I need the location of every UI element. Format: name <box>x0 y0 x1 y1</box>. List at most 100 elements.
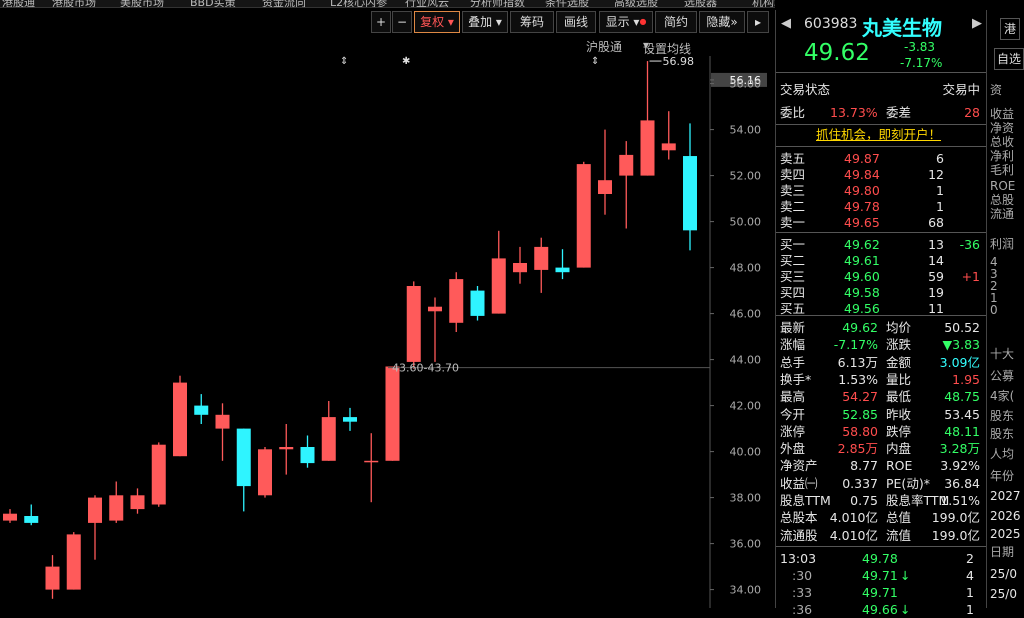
candle-body <box>300 447 315 464</box>
diejia-button[interactable]: 叠加 ▾ <box>462 11 508 33</box>
candle[interactable] <box>130 488 145 514</box>
cell: 昨收 <box>886 406 912 422</box>
chouma-button[interactable]: 筹码 <box>510 11 554 33</box>
hugutong-label[interactable]: 沪股通 <box>586 38 622 55</box>
hk-tag-button[interactable]: 港 <box>1000 18 1020 40</box>
fundamental-item: 资 <box>990 83 1003 97</box>
divider <box>776 315 986 316</box>
menu-item[interactable]: BBD买策 <box>190 0 236 7</box>
stat-row: 涨幅 -7.17% 涨跌 ▼3.83 <box>776 336 986 353</box>
menu-item[interactable]: 港股市场 <box>52 0 96 7</box>
collapse-panel-button[interactable]: ▸ <box>747 11 769 33</box>
candle[interactable] <box>24 504 39 526</box>
candle[interactable] <box>534 237 549 293</box>
cell: 跌停 <box>886 423 912 439</box>
menu-item[interactable]: 分析师指数 <box>470 0 525 7</box>
candle[interactable] <box>428 297 442 362</box>
add-favorite-button[interactable]: 自选 <box>994 48 1024 70</box>
menu-item[interactable]: 条件选股 <box>545 0 589 7</box>
candle[interactable] <box>109 481 124 523</box>
cell: 卖四 <box>780 167 806 182</box>
candle[interactable] <box>661 111 676 160</box>
candle[interactable] <box>364 433 379 503</box>
prev-stock-icon[interactable]: ◀ <box>781 16 791 31</box>
xianshi-button[interactable]: 显示 ▾● <box>599 11 653 33</box>
candle[interactable] <box>321 401 336 461</box>
candle[interactable] <box>151 442 166 507</box>
y-tick-label: 46.00 <box>730 308 762 321</box>
candlestick-chart[interactable]: 56.1656.0054.0052.0050.0048.0046.0044.00… <box>0 56 770 608</box>
cell: -7.17% <box>833 337 878 353</box>
candle[interactable] <box>619 141 634 229</box>
cell: 均价 <box>886 320 912 335</box>
menu-item[interactable]: 港股通 <box>2 0 35 7</box>
candle[interactable] <box>258 447 272 498</box>
candle[interactable] <box>640 61 655 176</box>
cell: 总值 <box>886 510 912 526</box>
candle[interactable] <box>173 375 187 457</box>
candle[interactable] <box>343 407 357 431</box>
jianyue-button[interactable]: 简约 <box>655 11 697 33</box>
next-stock-icon[interactable]: ▶ <box>972 16 982 31</box>
zoom-out-button[interactable]: − <box>392 11 412 33</box>
candle[interactable] <box>576 161 591 268</box>
menu-item[interactable]: 行业风云 <box>405 0 449 7</box>
candle[interactable] <box>470 286 485 321</box>
y-tick-label: 36.00 <box>730 538 762 551</box>
cell: +1 <box>961 269 980 284</box>
candle[interactable] <box>88 495 102 560</box>
fundamental-item: 2025 <box>990 527 1021 541</box>
candle[interactable] <box>513 246 527 284</box>
menu-item[interactable]: 选股器 <box>684 0 717 7</box>
candle[interactable] <box>279 424 294 475</box>
huaxian-button[interactable]: 画线 <box>556 11 596 33</box>
candle[interactable] <box>3 509 17 523</box>
menu-item[interactable]: 高级选股 <box>614 0 658 7</box>
cell: 交易状态 <box>780 82 831 97</box>
yincang-button[interactable]: 隐藏» <box>699 11 745 33</box>
candle[interactable] <box>215 403 230 461</box>
cell: 49.65 <box>844 215 880 230</box>
candle[interactable] <box>300 435 315 468</box>
menu-item[interactable]: L2核心内参 <box>330 0 387 7</box>
candle-body <box>130 495 145 510</box>
candle-body <box>470 290 485 316</box>
cell: 量比 <box>886 371 912 387</box>
stat-row: 今开 52.85 昨收 53.45 <box>776 406 986 423</box>
cell: :36 <box>792 602 813 617</box>
buy-level: 买四 49.58 19 <box>776 284 986 301</box>
candle[interactable] <box>66 532 81 590</box>
candle[interactable] <box>236 428 251 512</box>
candle-body <box>513 263 527 273</box>
cell: 4 <box>966 568 974 583</box>
candle[interactable] <box>491 230 506 314</box>
candle[interactable] <box>683 123 697 251</box>
open-account-link[interactable]: 抓住机会，即刻开户！ <box>816 126 941 143</box>
menu-item[interactable]: 机构增仓 <box>752 0 775 7</box>
candle[interactable] <box>598 129 612 215</box>
candle[interactable] <box>45 555 60 599</box>
set-ma-button[interactable]: 设置均线 ▾ <box>643 38 691 56</box>
cell: 1.95 <box>952 371 980 387</box>
divider <box>776 124 986 125</box>
candle[interactable] <box>194 394 209 424</box>
cell: :33 <box>792 585 813 600</box>
candle-body <box>258 449 272 496</box>
zoom-in-button[interactable]: + <box>371 11 391 33</box>
candle[interactable] <box>385 366 400 461</box>
sell-level: 卖五 49.87 6 <box>776 150 986 167</box>
cell: 52.85 <box>842 406 878 422</box>
candle[interactable] <box>406 281 421 369</box>
fuquan-button[interactable]: 复权 ▾ <box>414 11 460 33</box>
cell: 13 <box>928 237 944 252</box>
tick-row: :30 49.71 ↓ 4 <box>776 567 986 584</box>
weibi-row: 委比 13.73% 委差 28 <box>776 104 986 121</box>
menu-item[interactable]: 资金流向 <box>262 0 306 7</box>
candle[interactable] <box>449 272 464 332</box>
menu-item[interactable]: 美股市场 <box>120 0 164 7</box>
candle-body <box>364 460 379 463</box>
candle[interactable] <box>555 249 570 280</box>
candle-body <box>109 495 124 521</box>
cell: ROE <box>886 458 913 474</box>
candle-body <box>534 246 549 270</box>
